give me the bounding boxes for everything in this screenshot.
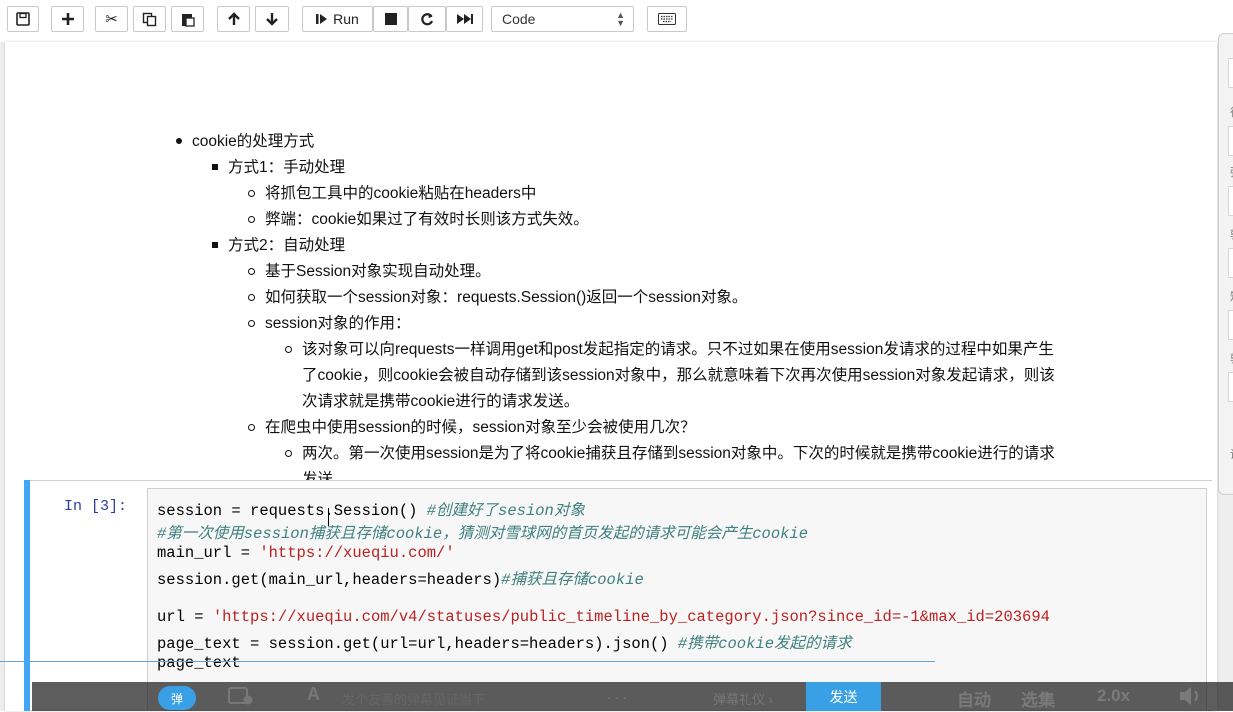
panel-field[interactable] — [1228, 310, 1233, 340]
stop-icon — [384, 13, 397, 25]
list-item: 方式2：自动处理 — [228, 237, 346, 254]
code-line: main_url = 'https://xueqiu.com/' — [157, 544, 455, 562]
progress-line[interactable] — [0, 661, 935, 662]
panel-field[interactable] — [1228, 126, 1233, 156]
bullet-circle — [248, 294, 255, 301]
code-line: url = 'https://xueqiu.com/v4/statuses/pu… — [157, 608, 1050, 626]
notebook-toolbar: ✂ Run Code ▲ ▼ — [0, 0, 1233, 42]
code-line: session.get(main_url,headers=headers)#捕获… — [157, 571, 644, 589]
restart-run-all-button[interactable] — [446, 6, 483, 32]
interrupt-button[interactable] — [373, 6, 408, 32]
bullet-disc — [176, 138, 182, 144]
volume-icon[interactable] — [1178, 685, 1206, 712]
panel-field[interactable] — [1228, 186, 1233, 216]
run-label: Run — [333, 11, 359, 27]
bullet-circle — [248, 216, 255, 223]
scissors-icon: ✂ — [105, 11, 118, 28]
save-button[interactable] — [7, 6, 39, 32]
code-line: page_text = session.get(url=url,headers=… — [157, 635, 852, 653]
save-icon — [16, 12, 30, 26]
input-prompt: In [3]: — [64, 498, 128, 515]
paste-icon — [181, 13, 195, 27]
list-item: 如何获取一个session对象：requests.Session()返回一个se… — [265, 289, 748, 306]
list-item: cookie的处理方式 — [192, 133, 315, 150]
code-line: session = requests.Session() #创建好了sesion… — [157, 502, 585, 520]
bullet-square — [212, 164, 218, 170]
list-item: 弊端：cookie如果过了有效时长则该方式失效。 — [265, 211, 589, 228]
panel-field[interactable] — [1228, 248, 1233, 278]
cell-selection-indicator — [24, 480, 30, 711]
cell-type-value: Code — [502, 11, 536, 27]
copy-button[interactable] — [133, 6, 166, 32]
code-editor[interactable]: session = requests.Session() #创建好了sesion… — [147, 488, 1207, 711]
bullet-circle — [248, 268, 255, 275]
bullet-circle — [248, 190, 255, 197]
list-item: 基于Session对象实现自动处理。 — [265, 263, 491, 280]
copy-icon — [142, 12, 157, 26]
step-forward-icon — [316, 14, 328, 24]
list-item: session对象的作用： — [265, 315, 411, 332]
cut-button[interactable]: ✂ — [95, 6, 128, 32]
list-item: 方式1：手动处理 — [228, 159, 346, 176]
danmaku-toggle[interactable]: 弹 — [158, 686, 196, 710]
list-item-continuation: 次请求就是携带cookie进行的请求发送。 — [302, 393, 580, 410]
code-line: page_text — [157, 654, 241, 672]
arrow-up-icon — [227, 12, 240, 25]
markdown-cell[interactable]: cookie的处理方式 方式1：手动处理 将抓包工具中的cookie粘贴在hea… — [5, 82, 1217, 502]
playback-speed-button[interactable]: 2.0x — [1097, 686, 1130, 706]
danmaku-input[interactable]: 发个友善的弹幕见证当下 — [342, 689, 485, 708]
arrow-down-icon — [266, 13, 278, 26]
side-panel[interactable]: 徐 弹 郭 知 郭 设 — [1218, 33, 1233, 495]
send-button[interactable]: 发送 — [806, 682, 881, 711]
text-cursor — [328, 508, 329, 526]
paste-button[interactable] — [171, 6, 204, 32]
auto-quality-button[interactable]: 自动 — [957, 686, 991, 711]
run-button[interactable]: Run — [302, 6, 373, 32]
keyboard-icon — [658, 13, 676, 25]
bullet-circle — [285, 346, 292, 353]
cell-type-select[interactable]: Code ▲ ▼ — [491, 6, 634, 32]
danmaku-style-icon[interactable]: A — [307, 684, 320, 705]
select-arrows-icon: ▲ ▼ — [616, 10, 625, 28]
bullet-circle — [248, 320, 255, 327]
more-options[interactable]: · · · — [607, 690, 627, 705]
danmaku-etiquette-link[interactable]: 弹幕礼仪 › — [713, 689, 773, 708]
panel-field[interactable] — [1228, 372, 1233, 402]
fast-forward-icon — [456, 14, 473, 24]
bullet-square — [212, 242, 218, 248]
list-item: 将抓包工具中的cookie粘贴在headers中 — [265, 185, 537, 202]
list-item: 在爬虫中使用session的时候，session对象至少会被使用几次？ — [265, 419, 696, 436]
restart-kernel-button[interactable] — [408, 6, 446, 32]
list-item: 两次。第一次使用session是为了将cookie捕获且存储到session对象… — [302, 445, 1055, 462]
move-down-button[interactable] — [255, 6, 289, 32]
plus-icon — [61, 13, 74, 25]
panel-field[interactable] — [1228, 58, 1233, 88]
insert-cell-button[interactable] — [51, 6, 84, 32]
move-up-button[interactable] — [217, 6, 250, 32]
bullet-circle — [248, 424, 255, 431]
code-line: #第一次使用session捕获且存储cookie，猜测对雪球网的首页发起的请求可… — [157, 525, 809, 543]
restart-icon — [421, 13, 434, 26]
command-palette-button[interactable] — [647, 6, 687, 32]
bullet-circle — [285, 450, 292, 457]
danmaku-settings-icon[interactable] — [228, 686, 254, 711]
list-item: 该对象可以向requests一样调用get和post发起指定的请求。只不过如果在… — [302, 341, 1054, 358]
episodes-button[interactable]: 选集 — [1021, 686, 1055, 711]
list-item-continuation: 了cookie，则cookie会被自动存储到该session对象中，那么就意味着… — [302, 367, 1055, 384]
